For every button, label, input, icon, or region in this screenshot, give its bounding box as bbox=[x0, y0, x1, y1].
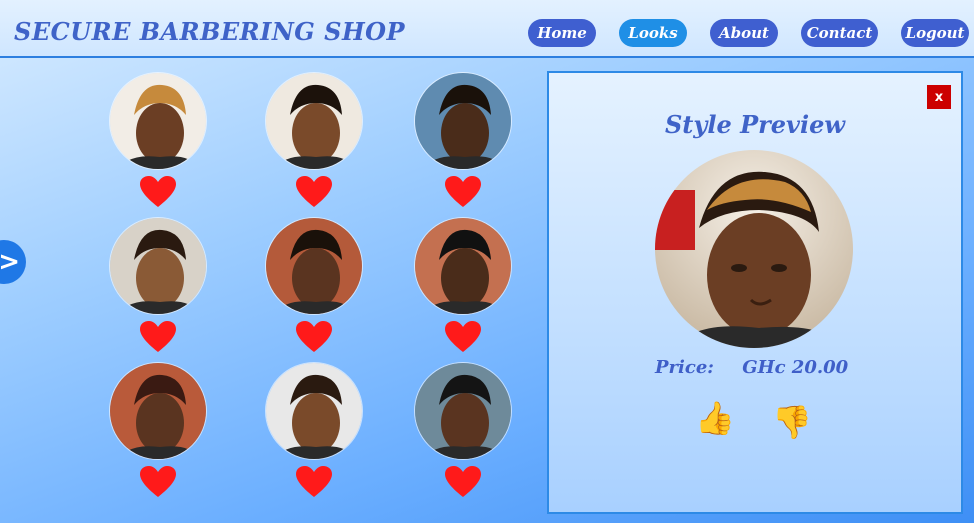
chevron-right-icon: > bbox=[0, 247, 20, 277]
heart-icon[interactable] bbox=[296, 176, 332, 208]
nav-logout-button[interactable]: Logout bbox=[901, 19, 969, 47]
heart-icon[interactable] bbox=[140, 466, 176, 498]
price-value: GHc 20.00 bbox=[742, 357, 849, 378]
preview-photo bbox=[655, 150, 853, 348]
heart-icon[interactable] bbox=[140, 321, 176, 353]
gallery-thumbnail-8[interactable] bbox=[266, 363, 362, 459]
sidebar-toggle-button[interactable]: > bbox=[0, 240, 26, 284]
heart-icon[interactable] bbox=[445, 176, 481, 208]
gallery-thumbnail-3[interactable] bbox=[415, 73, 511, 169]
gallery-thumbnail-5[interactable] bbox=[266, 218, 362, 314]
haircut-photo bbox=[266, 73, 362, 169]
haircut-photo bbox=[110, 73, 206, 169]
haircut-photo-large bbox=[655, 150, 853, 348]
haircut-photo bbox=[266, 218, 362, 314]
gallery-thumbnail-7[interactable] bbox=[110, 363, 206, 459]
gallery-thumbnail-4[interactable] bbox=[110, 218, 206, 314]
haircut-photo bbox=[266, 363, 362, 459]
thumbs-down-icon[interactable]: 👎 bbox=[772, 406, 812, 438]
gallery-thumbnail-2[interactable] bbox=[266, 73, 362, 169]
haircut-photo bbox=[110, 363, 206, 459]
gallery-thumbnail-6[interactable] bbox=[415, 218, 511, 314]
heart-icon[interactable] bbox=[445, 466, 481, 498]
price-label: Price: bbox=[655, 357, 714, 378]
nav-about-button[interactable]: About bbox=[710, 19, 778, 47]
haircut-photo bbox=[415, 73, 511, 169]
nav-home-button[interactable]: Home bbox=[528, 19, 596, 47]
heart-icon[interactable] bbox=[296, 466, 332, 498]
thumbs-up-icon[interactable]: 👍 bbox=[695, 402, 735, 434]
close-button[interactable]: x bbox=[927, 85, 951, 109]
heart-icon[interactable] bbox=[140, 176, 176, 208]
haircut-photo bbox=[415, 363, 511, 459]
price-row: Price: GHc 20.00 bbox=[655, 357, 848, 378]
preview-title: Style Preview bbox=[664, 110, 846, 139]
nav-contact-button[interactable]: Contact bbox=[801, 19, 878, 47]
gallery-thumbnail-1[interactable] bbox=[110, 73, 206, 169]
heart-icon[interactable] bbox=[445, 321, 481, 353]
nav-looks-button[interactable]: Looks bbox=[619, 19, 687, 47]
heart-icon[interactable] bbox=[296, 321, 332, 353]
gallery-thumbnail-9[interactable] bbox=[415, 363, 511, 459]
haircut-photo bbox=[415, 218, 511, 314]
nav-bar: Home Looks About Contact Logout bbox=[0, 19, 974, 49]
haircut-photo bbox=[110, 218, 206, 314]
